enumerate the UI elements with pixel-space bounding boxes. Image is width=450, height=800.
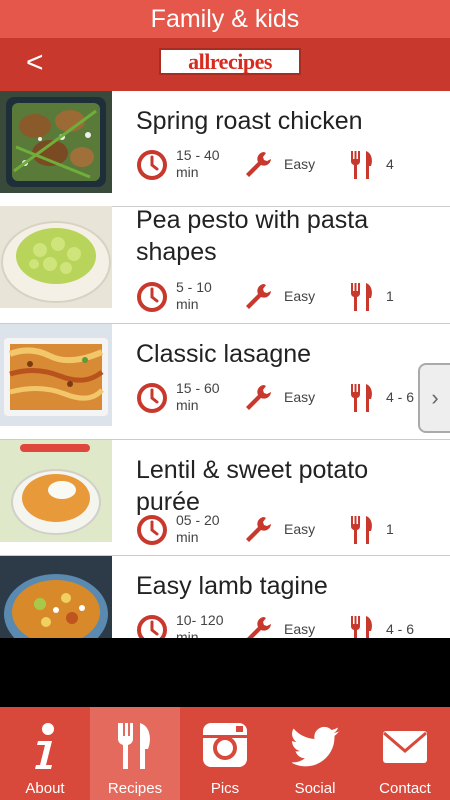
difficulty-text: Easy	[284, 621, 316, 637]
wrench-icon	[246, 517, 271, 542]
recipe-title: Spring roast chicken	[136, 107, 363, 135]
recipe-meta: 05 - 20 min Easy 1	[136, 511, 436, 549]
tab-label: Recipes	[107, 780, 163, 797]
cook-time: 5 - 10 min	[136, 278, 236, 316]
tab-label: About	[25, 780, 65, 797]
servings-text: 4 - 6	[386, 621, 415, 637]
cutlery-icon	[350, 384, 372, 412]
recipe-thumbnail	[0, 440, 112, 542]
cutlery-icon	[117, 723, 150, 769]
tab-label: Pics	[210, 780, 240, 797]
wrench-icon	[246, 284, 271, 309]
wrench-icon	[246, 385, 271, 410]
cook-time: 10- 120 min	[136, 611, 236, 638]
recipe-meta: 15 - 40 min Easy 4	[136, 146, 436, 184]
recipe-meta: 15 - 60 min Easy 4 - 6	[136, 379, 436, 417]
difficulty: Easy	[242, 278, 342, 316]
tab-label: Contact	[379, 780, 431, 797]
recipe-title: Pea pesto with pasta shapes	[136, 206, 369, 266]
difficulty: Easy	[242, 511, 342, 549]
recipe-row-pea-pesto[interactable]: Pea pesto with pasta shapes 5 - 10 min E…	[0, 192, 450, 324]
cutlery-icon	[350, 283, 372, 311]
difficulty-text: Easy	[284, 288, 316, 304]
recipe-row-lamb-tagine[interactable]: Easy lamb tagine 10- 120 min Easy 4 - 6	[0, 556, 450, 638]
recipe-row-classic-lasagne[interactable]: Classic lasagne 15 - 60 min Easy 4 - 6	[0, 324, 450, 440]
app-title: Family & kids	[0, 0, 450, 38]
recipe-title: Classic lasagne	[136, 340, 312, 368]
servings-text: 1	[386, 521, 394, 537]
cook-time-text: 5 - 10 min	[176, 279, 212, 312]
recipe-row-spring-roast-chicken[interactable]: Spring roast chicken 15 - 40 min Easy 4	[0, 91, 450, 207]
difficulty: Easy	[242, 379, 342, 417]
wrench-icon	[246, 152, 271, 177]
servings-text: 4 - 6	[386, 389, 415, 405]
cook-time-text: 05 - 20 min	[176, 512, 220, 545]
camera-icon	[203, 723, 247, 767]
recipe-thumbnail	[0, 556, 112, 638]
recipe-meta: 10- 120 min Easy 4 - 6	[136, 611, 436, 638]
recipe-thumbnail	[0, 91, 112, 193]
mail-icon	[383, 731, 427, 763]
servings-text: 4	[386, 156, 394, 172]
header-bar: < allrecipes	[0, 38, 450, 91]
cook-time: 15 - 40 min	[136, 146, 236, 184]
servings: 4 - 6	[348, 611, 438, 638]
difficulty-text: Easy	[284, 156, 316, 172]
clock-icon	[137, 150, 167, 180]
clock-icon	[137, 282, 167, 312]
cook-time-text: 10- 120 min	[176, 612, 224, 638]
cook-time-text: 15 - 40 min	[176, 147, 220, 180]
cutlery-icon	[350, 616, 372, 638]
recipe-row-lentil-puree[interactable]: Lentil & sweet potato purée 05 - 20 min …	[0, 440, 450, 556]
twitter-icon	[292, 726, 340, 767]
recipe-thumbnail	[0, 324, 112, 426]
logo-text: allrecipes	[188, 48, 272, 74]
cook-time: 15 - 60 min	[136, 379, 236, 417]
clock-icon	[137, 515, 167, 545]
servings: 1	[348, 511, 438, 549]
cutlery-icon	[350, 151, 372, 179]
servings: 1	[348, 278, 438, 316]
difficulty-text: Easy	[284, 389, 316, 405]
tab-social[interactable]: Social	[270, 707, 360, 800]
servings: 4	[348, 146, 438, 184]
tab-contact[interactable]: Contact	[360, 707, 450, 800]
recipe-title: Easy lamb tagine	[136, 572, 328, 600]
cook-time-text: 15 - 60 min	[176, 380, 220, 413]
tab-label: Social	[294, 780, 336, 797]
recipe-title: Lentil & sweet potato purée	[136, 456, 369, 516]
back-button[interactable]: <	[26, 46, 44, 80]
tab-pics[interactable]: Pics	[180, 707, 270, 800]
recipe-list[interactable]: Spring roast chicken 15 - 40 min Easy 4	[0, 91, 450, 638]
bottom-tab-bar: About Recipes Pics Social Contact	[0, 707, 450, 800]
clock-icon	[137, 383, 167, 413]
difficulty: Easy	[242, 146, 342, 184]
clock-icon	[137, 615, 167, 638]
info-icon	[35, 723, 54, 769]
tab-recipes[interactable]: Recipes	[90, 707, 180, 800]
cook-time: 05 - 20 min	[136, 511, 236, 549]
cutlery-icon	[350, 516, 372, 544]
wrench-icon	[247, 617, 271, 638]
recipe-thumbnail	[0, 206, 112, 308]
servings-text: 1	[386, 288, 394, 304]
recipe-meta: 5 - 10 min Easy 1	[136, 278, 436, 316]
difficulty-text: Easy	[284, 521, 316, 537]
allrecipes-logo: allrecipes	[159, 48, 301, 75]
tab-about[interactable]: About	[0, 707, 90, 800]
difficulty: Easy	[242, 611, 342, 638]
side-drawer-tab[interactable]: ›	[418, 363, 450, 433]
